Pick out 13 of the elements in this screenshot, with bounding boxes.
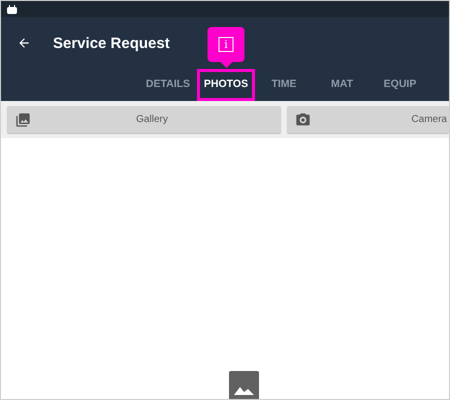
tab[interactable]: EQUIP: [371, 69, 429, 101]
info-marker: i: [218, 37, 234, 52]
camera-icon: [295, 112, 311, 128]
tab[interactable]: MAT: [313, 69, 371, 101]
tab[interactable]: DETAILS: [139, 69, 197, 101]
android-icon: [7, 4, 17, 14]
camera-button[interactable]: Camera: [287, 106, 449, 133]
tab[interactable]: PHOTOS: [197, 69, 255, 101]
gallery-button[interactable]: Gallery: [7, 106, 281, 133]
screen-title: Service Request: [53, 34, 170, 52]
gallery-icon: [15, 112, 31, 128]
back-icon[interactable]: [17, 36, 31, 50]
tab[interactable]: TIME: [255, 69, 313, 101]
